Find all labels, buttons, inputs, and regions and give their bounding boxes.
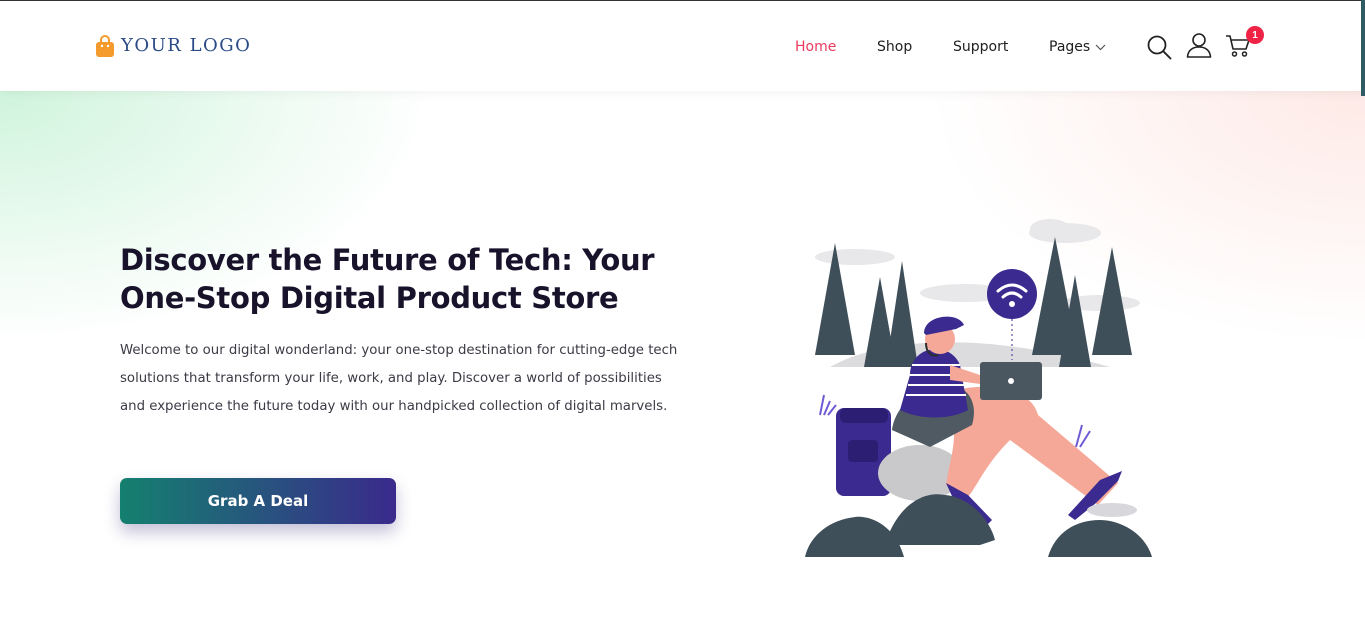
search-button[interactable] bbox=[1146, 34, 1172, 60]
chevron-down-icon bbox=[1095, 44, 1106, 50]
grab-a-deal-button[interactable]: Grab A Deal bbox=[120, 478, 396, 524]
site-header: YOUR LOGO Home Shop Support Pages 1 bbox=[0, 0, 1365, 91]
nav-support[interactable]: Support bbox=[953, 38, 1008, 56]
hero-title-line1: Discover the Future of Tech: Your bbox=[120, 243, 655, 277]
hero-description: Welcome to our digital wonderland: your … bbox=[120, 343, 678, 414]
nav-home[interactable]: Home bbox=[795, 38, 836, 56]
user-icon bbox=[1186, 33, 1212, 58]
scrollbar-edge bbox=[1361, 0, 1365, 96]
cart-count-badge: 1 bbox=[1246, 26, 1264, 44]
laptop bbox=[980, 362, 1042, 400]
hero-title-line2: One-Stop Digital Product Store bbox=[120, 281, 619, 315]
nav-shop[interactable]: Shop bbox=[877, 38, 912, 56]
cloud-shapes bbox=[815, 219, 1140, 311]
hero-illustration bbox=[805, 219, 1152, 557]
hero-title: Discover the Future of Tech: Your One-St… bbox=[120, 241, 720, 317]
nav-pages-label: Pages bbox=[1049, 39, 1091, 55]
account-button[interactable] bbox=[1186, 32, 1212, 58]
nav-pages-dropdown[interactable]: Pages bbox=[1049, 38, 1106, 56]
search-icon bbox=[1147, 35, 1172, 60]
ground-shadow bbox=[1087, 503, 1137, 517]
bushes bbox=[805, 494, 1152, 557]
